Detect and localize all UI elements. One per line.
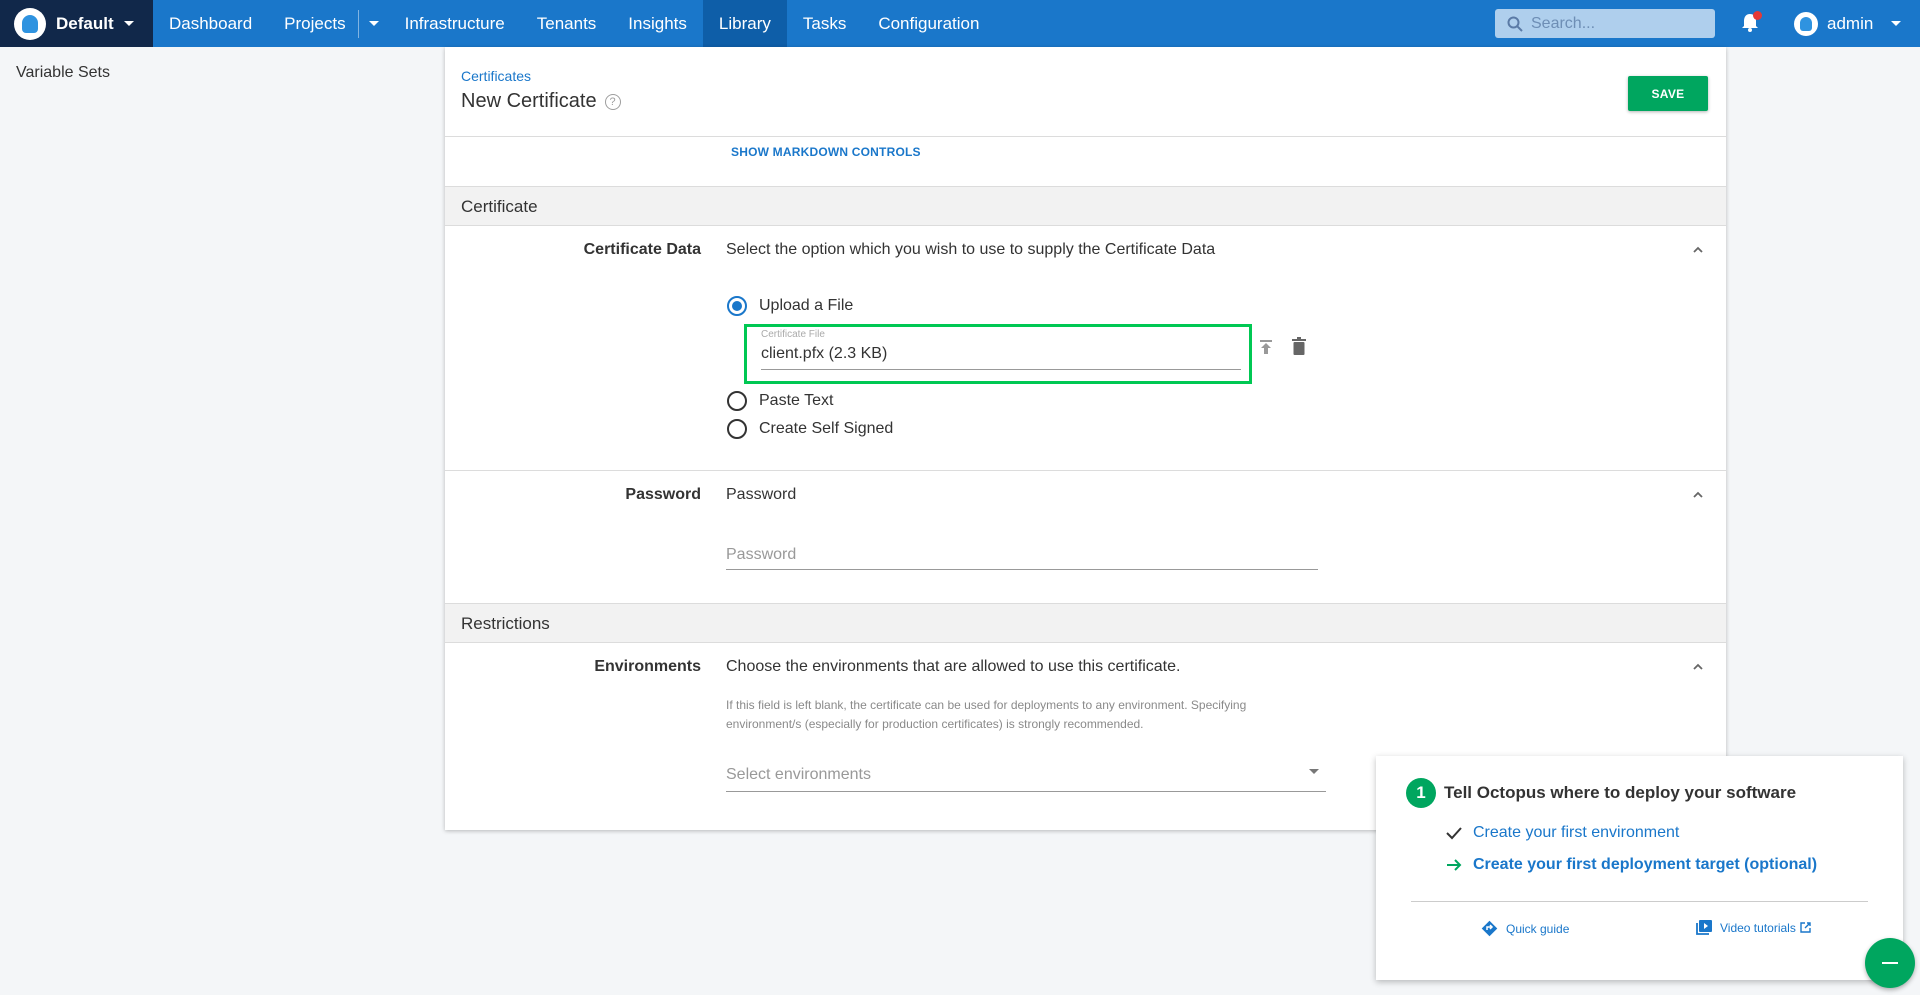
user-menu[interactable]: admin (1794, 0, 1902, 47)
environments-hint: If this field is left blank, the certifi… (726, 698, 1247, 731)
section-divider (445, 470, 1726, 471)
nav-tenants[interactable]: Tenants (521, 0, 613, 47)
radio-upload-file-label: Upload a File (759, 297, 854, 314)
arrow-right-icon (1447, 859, 1462, 871)
radio-create-self-signed-label: Create Self Signed (759, 420, 894, 437)
radio-unselected-icon (727, 419, 747, 439)
nav-insights[interactable]: Insights (612, 0, 703, 47)
space-switcher[interactable]: Default (0, 0, 153, 47)
nav-dashboard[interactable]: Dashboard (153, 0, 268, 47)
show-markdown-controls-link[interactable]: SHOW MARKDOWN CONTROLS (731, 145, 921, 159)
certificate-file-value: client.pfx (2.3 KB) (761, 345, 888, 362)
breadcrumb[interactable]: Certificates (461, 68, 531, 84)
save-button[interactable]: SAVE (1628, 76, 1708, 111)
chevron-down-icon (123, 21, 134, 26)
nav-projects[interactable]: Projects (268, 0, 357, 47)
avatar (1794, 11, 1818, 36)
onboarding-step-label: Create your first deployment target (opt… (1473, 856, 1818, 873)
page-title-text: New Certificate (461, 90, 597, 112)
projects-dropdown-button[interactable] (359, 0, 389, 47)
chevron-up-icon[interactable] (1692, 661, 1704, 673)
radio-paste-text[interactable]: Paste Text (727, 391, 833, 411)
certificate-data-summary: Select the option which you wish to use … (726, 241, 1216, 258)
space-name: Default (56, 13, 114, 33)
radio-paste-text-label: Paste Text (759, 392, 834, 409)
page-title: New Certificate ? (461, 90, 621, 113)
radio-create-self-signed[interactable]: Create Self Signed (727, 419, 893, 439)
certificate-data-label: Certificate Data (583, 241, 701, 258)
radio-selected-icon (727, 296, 747, 316)
quick-guide-link[interactable]: Quick guide (1481, 920, 1569, 937)
field-underline (726, 569, 1318, 570)
nav-configuration[interactable]: Configuration (862, 0, 995, 47)
onboarding-step-create-target[interactable]: Create your first deployment target (opt… (1446, 856, 1817, 874)
octopus-logo-icon (14, 7, 46, 40)
section-header-certificate: Certificate (445, 186, 1726, 226)
notifications-button[interactable] (1741, 11, 1762, 37)
external-link-icon (1800, 922, 1811, 933)
chevron-down-icon (1891, 21, 1902, 26)
help-icon[interactable]: ? (604, 93, 621, 110)
password-summary: Password (726, 486, 797, 503)
onboarding-divider (1411, 901, 1868, 902)
password-input[interactable]: Password (726, 546, 796, 564)
field-underline (761, 369, 1241, 370)
field-underline (726, 791, 1326, 792)
certificate-file-field[interactable]: Certificate File client.pfx (2.3 KB) (744, 324, 1252, 384)
certificate-file-label: Certificate File (761, 329, 825, 340)
nav-infrastructure[interactable]: Infrastructure (389, 0, 521, 47)
search-input[interactable]: Search... (1495, 9, 1715, 38)
top-navigation-bar: Default Dashboard Projects Infrastructur… (0, 0, 1920, 47)
search-icon (1507, 16, 1523, 32)
upload-icon[interactable] (1258, 339, 1274, 355)
radio-unselected-icon (727, 391, 747, 411)
main-panel: Certificates New Certificate ? SAVE SHOW… (445, 47, 1726, 830)
environments-label: Environments (594, 658, 701, 675)
directions-icon (1481, 920, 1498, 937)
video-tutorials-link[interactable]: Video tutorials (1696, 920, 1811, 935)
onboarding-step-create-environment[interactable]: Create your first environment (1446, 824, 1679, 842)
chevron-up-icon[interactable] (1692, 489, 1704, 501)
user-name: admin (1827, 13, 1874, 33)
environments-select[interactable]: Select environments (726, 766, 871, 784)
search-placeholder: Search... (1531, 14, 1596, 32)
check-icon (1446, 827, 1462, 840)
minus-icon (1882, 962, 1898, 964)
video-library-icon (1696, 920, 1712, 935)
step-number-badge: 1 (1406, 778, 1436, 808)
chevron-down-icon (368, 21, 379, 26)
onboarding-step-label: Create your first environment (1473, 824, 1680, 841)
password-label: Password (625, 486, 701, 503)
quick-guide-label: Quick guide (1506, 921, 1570, 936)
radio-upload-file[interactable]: Upload a File (727, 296, 853, 316)
chevron-up-icon[interactable] (1692, 244, 1704, 256)
onboarding-title: Tell Octopus where to deploy your softwa… (1444, 783, 1797, 802)
environments-summary: Choose the environments that are allowed… (726, 658, 1181, 675)
page-header: Certificates New Certificate ? SAVE (445, 47, 1726, 137)
onboarding-panel: 1 Tell Octopus where to deploy your soft… (1376, 756, 1903, 980)
section-header-restrictions: Restrictions (445, 603, 1726, 643)
sidebar-item-variable-sets[interactable]: Variable Sets (16, 64, 110, 82)
minimize-onboarding-button[interactable] (1865, 938, 1915, 988)
chevron-down-icon[interactable] (1309, 769, 1319, 774)
trash-icon[interactable] (1291, 337, 1307, 355)
nav-tasks[interactable]: Tasks (787, 0, 862, 47)
nav-library[interactable]: Library (702, 0, 787, 47)
video-tutorials-label: Video tutorials (1720, 920, 1796, 935)
notification-badge (1753, 11, 1762, 20)
